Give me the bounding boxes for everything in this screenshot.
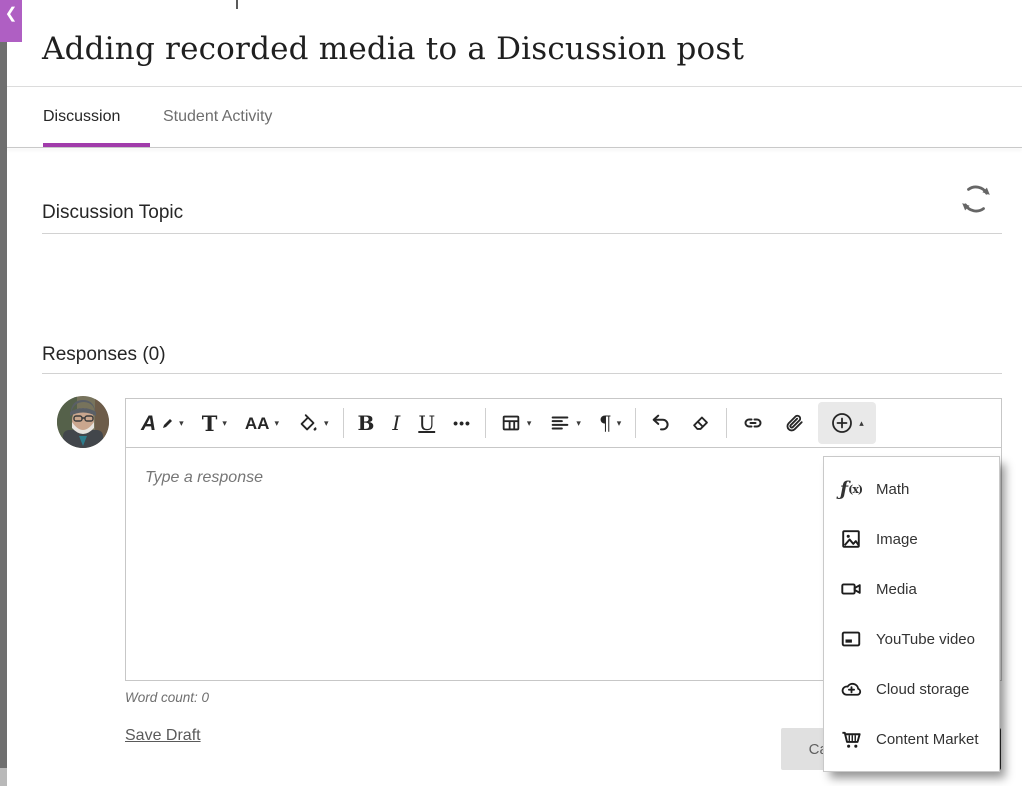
chevron-down-icon: ▾ [576,418,581,429]
menu-item-label: Image [876,531,918,548]
page-title: Adding recorded media to a Discussion po… [42,31,982,67]
chevron-down-icon: ▾ [179,418,184,429]
insert-content-menu: ƒ(x) Math Image Media [823,456,1000,772]
bold-button[interactable]: B [349,404,384,442]
table-icon [500,412,522,434]
menu-item-youtube[interactable]: YouTube video [824,614,999,664]
paint-bucket-icon [297,412,319,434]
chevron-down-icon: ▾ [324,418,329,429]
refresh-button[interactable] [956,176,1002,222]
chevron-down-icon: ▾ [527,418,532,429]
menu-item-label: YouTube video [876,631,975,648]
cloud-plus-icon [839,677,863,701]
tab-student-activity[interactable]: Student Activity [163,108,272,126]
background-page-edge-bottom [0,768,7,786]
fill-color-button[interactable]: ▾ [288,404,338,442]
undo-button[interactable] [641,404,681,442]
responses-heading: Responses (0) [42,344,166,366]
eraser-icon [690,412,712,434]
menu-item-math[interactable]: ƒ(x) Math [824,464,999,514]
chevron-down-icon: ▾ [274,418,279,429]
word-count: Word count: 0 [125,690,209,705]
back-button[interactable]: ❮ [0,0,22,42]
menu-item-label: Media [876,581,917,598]
chevron-left-icon: ❮ [5,5,18,22]
italic-icon: I [392,413,400,433]
tab-bar: Discussion Student Activity [7,87,1022,147]
underline-icon: U [418,413,435,433]
save-draft-link[interactable]: Save Draft [125,727,201,745]
paperclip-icon [783,412,805,434]
image-icon [839,527,863,551]
math-icon: ƒ(x) [839,477,863,501]
toolbar-divider [635,408,636,438]
discussion-topic-heading: Discussion Topic [42,202,183,224]
more-formatting-button[interactable]: ••• [444,404,480,442]
chevron-down-icon: ▾ [617,418,622,429]
text-style-button[interactable]: A ▾ [132,404,193,442]
chevron-up-icon: ▴ [859,418,864,429]
align-left-icon [549,412,571,434]
insert-link-button[interactable] [732,404,774,442]
more-icon: ••• [453,415,471,431]
underline-button[interactable]: U [409,404,444,442]
text-style-icon: A [141,413,156,434]
plus-circle-icon [830,411,854,435]
cropped-element-tick [236,0,238,9]
heading-style-button[interactable]: T ▾ [193,404,236,442]
refresh-icon [956,179,1002,219]
clear-formatting-button[interactable] [681,404,721,442]
heading-style-icon: T [202,413,218,434]
align-button[interactable]: ▾ [540,404,590,442]
menu-item-label: Content Market [876,731,979,748]
user-avatar [57,396,109,448]
tab-bar-border [7,147,1022,148]
menu-item-label: Cloud storage [876,681,969,698]
tab-discussion[interactable]: Discussion [43,108,120,126]
menu-item-cloud-storage[interactable]: Cloud storage [824,664,999,714]
table-button[interactable]: ▾ [491,404,541,442]
bold-icon: B [358,413,375,433]
menu-item-image[interactable]: Image [824,514,999,564]
paragraph-icon: ¶ [599,413,612,433]
pen-icon [161,417,174,430]
menu-item-media[interactable]: Media [824,564,999,614]
youtube-video-icon [839,627,863,651]
attach-file-button[interactable] [774,404,814,442]
discussion-page: ❮ Adding recorded media to a Discussion … [0,0,1022,786]
menu-item-content-market[interactable]: Content Market [824,714,999,764]
italic-button[interactable]: I [383,404,409,442]
shopping-cart-icon [839,727,863,751]
editor-placeholder: Type a response [145,469,263,487]
font-button[interactable]: AA ▾ [236,404,288,442]
chevron-down-icon: ▾ [222,418,227,429]
divider [42,233,1002,234]
toolbar-divider [343,408,344,438]
link-icon [741,411,765,435]
font-icon: AA [245,415,270,432]
paragraph-button[interactable]: ¶ ▾ [590,404,630,442]
background-page-edge [0,42,7,768]
menu-item-label: Math [876,481,909,498]
toolbar-divider [485,408,486,438]
undo-icon [650,412,672,434]
editor-toolbar: A ▾ T ▾ AA ▾ [126,399,1001,448]
divider [42,373,1002,374]
insert-content-button[interactable]: ▴ [818,402,876,444]
video-camera-icon [839,577,863,601]
toolbar-divider [726,408,727,438]
